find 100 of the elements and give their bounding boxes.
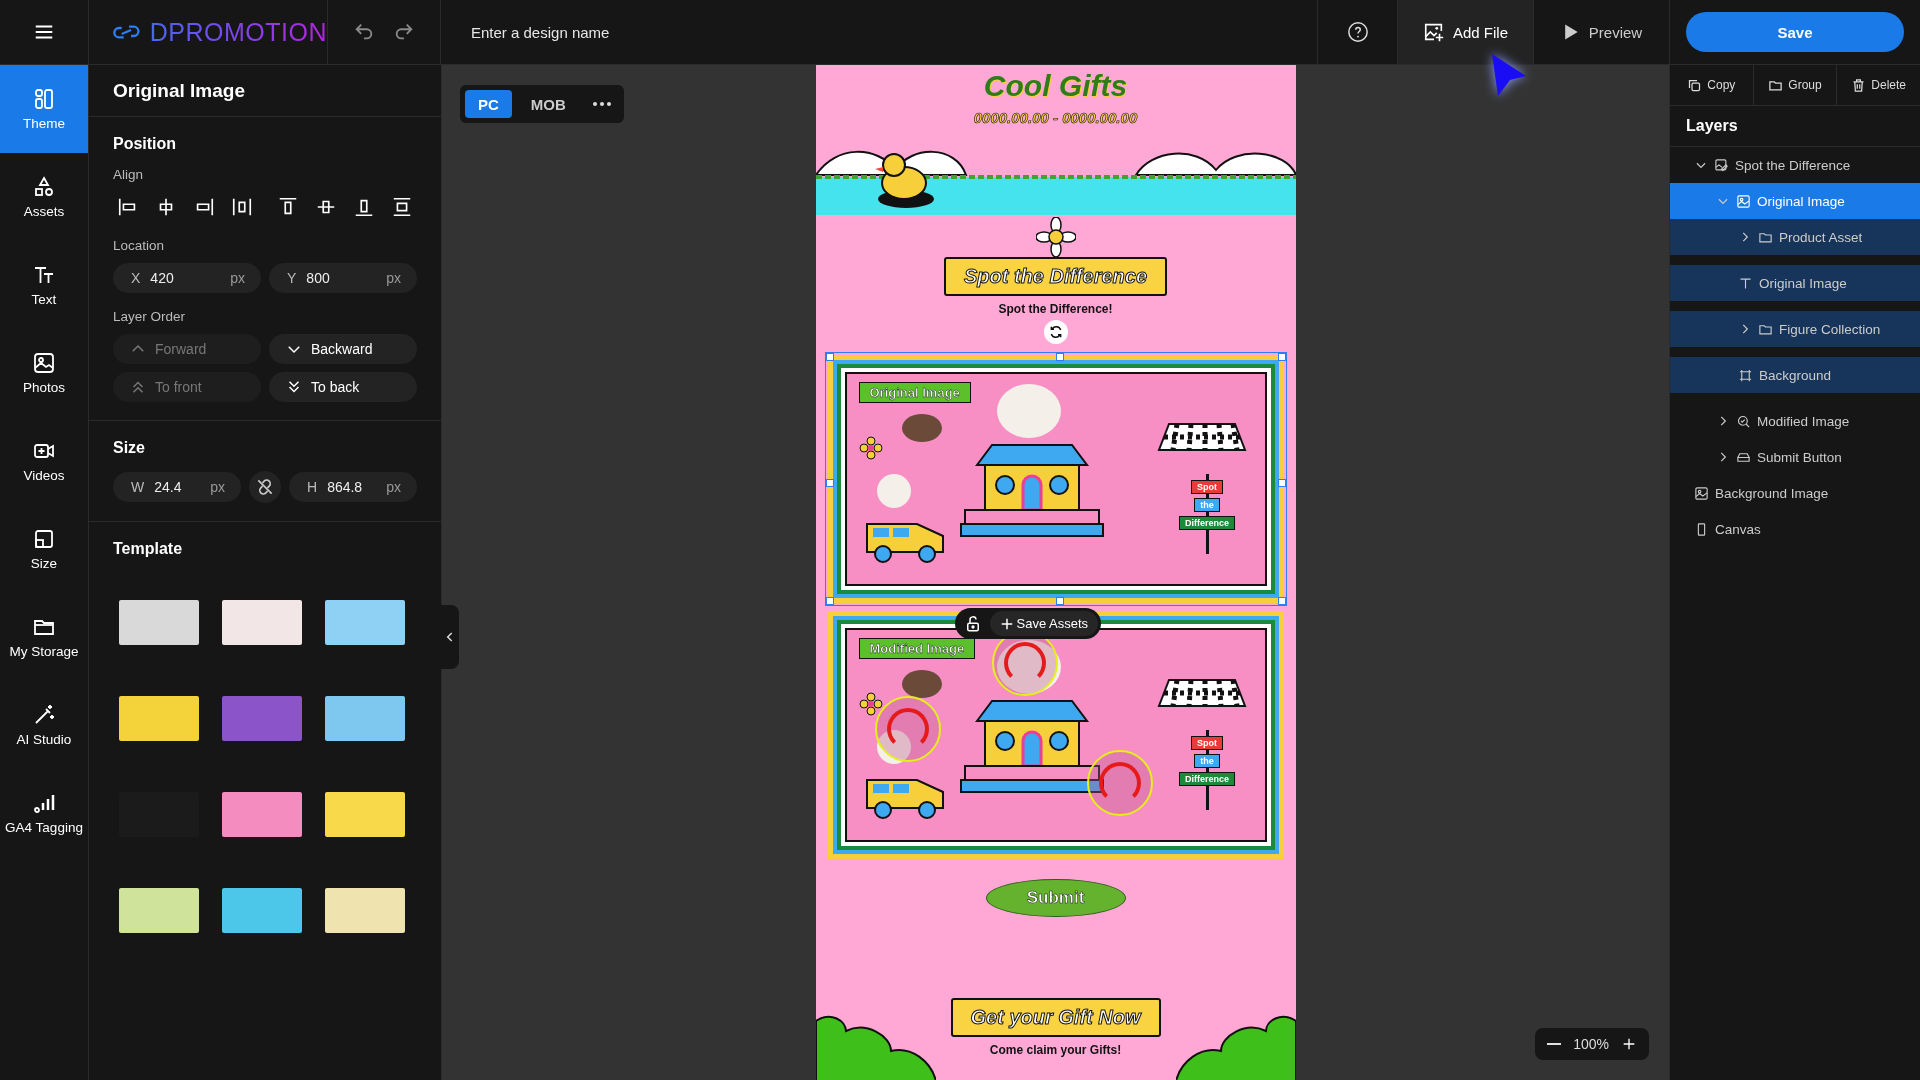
resize-handle[interactable] <box>1277 479 1286 487</box>
flower-icon <box>858 436 883 460</box>
search-check-icon <box>1736 413 1751 429</box>
template-thumbnail[interactable] <box>119 888 199 933</box>
layer-item[interactable]: Modified Image <box>1670 403 1920 439</box>
nav-item[interactable]: Photos <box>0 329 88 417</box>
resize-handle[interactable] <box>825 353 834 361</box>
width-field[interactable]: W 24.4 px <box>113 472 241 502</box>
cta-text: Come claim your Gifts! <box>989 1043 1122 1057</box>
template-thumbnail[interactable] <box>222 792 302 837</box>
layer-order-button[interactable]: Backward <box>269 334 417 364</box>
layer-item[interactable]: Product Asset <box>1670 219 1920 255</box>
image-icon <box>1694 485 1709 501</box>
template-thumbnail[interactable] <box>325 792 405 837</box>
layers-title: Layers <box>1686 117 1738 135</box>
resize-handle[interactable] <box>1055 353 1064 361</box>
section-title: Position <box>113 135 178 153</box>
nav-item[interactable]: Text <box>0 241 88 329</box>
daisy-icon <box>1035 217 1076 257</box>
align-icon <box>391 196 413 218</box>
template-thumbnail[interactable] <box>325 600 405 645</box>
height-field[interactable]: H 864.8 px <box>289 472 417 502</box>
field-label: Layer Order <box>113 309 187 324</box>
resize-handle[interactable] <box>1277 597 1286 605</box>
layer-order-button[interactable]: To back <box>269 372 417 402</box>
template-thumbnail[interactable] <box>325 696 405 741</box>
add-image-icon <box>1423 21 1445 43</box>
layout-icon <box>32 86 56 111</box>
design-name-field[interactable]: Enter a design name <box>441 0 1317 64</box>
view-tab[interactable]: PC <box>465 90 512 118</box>
section-title: Template <box>113 540 184 558</box>
photo-placeholder <box>901 414 942 442</box>
image-label: Modified Image <box>858 638 976 659</box>
picture-frame[interactable]: Original Image Spot the Difference <box>827 355 1284 603</box>
unlink-icon <box>255 477 275 497</box>
rotate-handle[interactable] <box>1043 320 1068 344</box>
field-label: Align <box>113 167 145 182</box>
nav-item[interactable]: Assets <box>0 153 88 241</box>
view-tab[interactable]: MOB <box>517 90 579 118</box>
help-icon <box>1346 21 1369 43</box>
cta-banner: Get your Gift Now <box>950 998 1161 1037</box>
layer-item[interactable]: Canvas <box>1670 511 1920 547</box>
location-field[interactable]: Y 800 px <box>269 263 417 293</box>
resize-handle[interactable] <box>1055 597 1064 605</box>
frame-icon <box>1738 367 1753 383</box>
save-button[interactable]: Save <box>1686 12 1904 52</box>
panel-title: Original Image <box>113 79 245 102</box>
template-thumbnail[interactable] <box>119 600 199 645</box>
layer-item[interactable]: Spot the Difference <box>1670 147 1920 183</box>
event-title: Cool Gifts <box>983 69 1128 103</box>
group-button[interactable]: Group <box>1753 65 1838 105</box>
zoom-level: 100% <box>1573 1036 1609 1052</box>
event-dates: 0000.00.00 - 0000.00.00 <box>973 109 1138 126</box>
image-label: Original Image <box>858 382 971 403</box>
template-thumbnail[interactable] <box>222 600 302 645</box>
nav-item[interactable]: GA4 Tagging <box>0 769 88 857</box>
template-thumbnail[interactable] <box>119 696 199 741</box>
add-file-button[interactable]: Add File <box>1397 0 1533 64</box>
location-field[interactable]: X 420 px <box>113 263 261 293</box>
section-title: Size <box>113 439 146 457</box>
layer-item[interactable]: Submit Button <box>1670 439 1920 475</box>
heading-banner: Spot the Difference <box>944 257 1167 296</box>
photo-placeholder <box>901 670 942 698</box>
layer-item[interactable]: Original Image <box>1670 183 1920 219</box>
nav-item[interactable]: Videos <box>0 417 88 505</box>
layer-item[interactable]: Background Image <box>1670 475 1920 511</box>
delete-button[interactable]: Delete <box>1837 65 1920 105</box>
minus-icon <box>1547 1043 1562 1045</box>
preview-button[interactable]: Preview <box>1533 0 1669 64</box>
plus-icon <box>1621 1036 1637 1052</box>
text-icon <box>1738 275 1753 291</box>
field-label: Location <box>113 238 166 253</box>
copy-icon <box>1687 77 1703 93</box>
subheading: Spot the Difference! <box>998 302 1113 316</box>
layer-item[interactable]: Original Image <box>1670 265 1920 301</box>
nav-item[interactable]: My Storage <box>0 593 88 681</box>
difference-marker <box>874 696 941 762</box>
save-assets-button[interactable]: Save Assets <box>989 611 1099 636</box>
template-thumbnail[interactable] <box>222 696 302 741</box>
unlink-ratio-button[interactable] <box>249 471 281 503</box>
layer-item[interactable]: Background <box>1670 357 1920 393</box>
image-edit-icon <box>1714 157 1729 173</box>
more-icon <box>592 102 611 106</box>
image-icon <box>32 350 56 375</box>
resize-handle[interactable] <box>825 479 834 487</box>
shapes-icon <box>32 174 56 199</box>
template-thumbnail[interactable] <box>222 888 302 933</box>
resize-handle[interactable] <box>825 597 834 605</box>
layer-item[interactable]: Figure Collection <box>1670 311 1920 347</box>
template-thumbnail[interactable] <box>325 888 405 933</box>
photo-placeholder <box>876 474 911 508</box>
plus-icon <box>999 616 1014 631</box>
picture-frame[interactable]: Modified Image Spot the Difference Save Assets <box>827 611 1284 859</box>
resize-handle[interactable] <box>1277 353 1286 361</box>
nav-item[interactable]: AI Studio <box>0 681 88 769</box>
nav-item[interactable]: Theme <box>0 65 88 153</box>
nav-item[interactable]: Size <box>0 505 88 593</box>
photo-placeholder <box>996 640 1061 694</box>
copy-button[interactable]: Copy <box>1670 65 1754 105</box>
photo-placeholder <box>876 730 911 764</box>
